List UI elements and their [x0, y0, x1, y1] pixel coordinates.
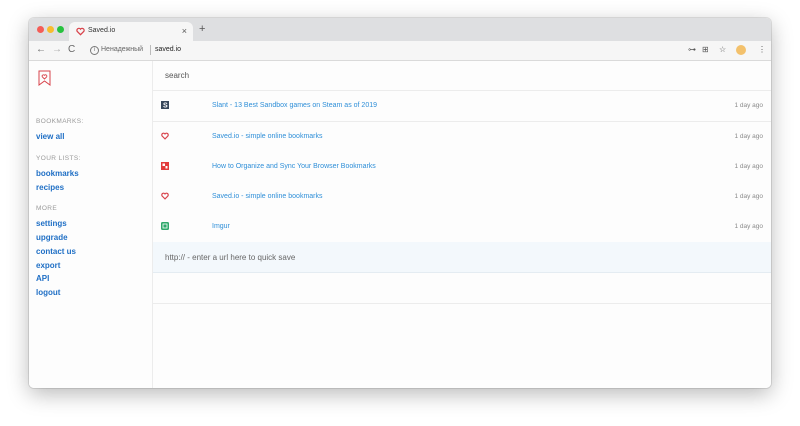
maximize-window-button[interactable]: [57, 26, 64, 33]
new-tab-button[interactable]: +: [199, 23, 205, 35]
quick-save-input[interactable]: http:// - enter a url here to quick save: [165, 253, 295, 262]
slant-favicon-icon: S: [161, 101, 169, 109]
bookmark-timestamp: 1 day ago: [734, 193, 763, 200]
sidebar-item-settings[interactable]: settings: [36, 219, 67, 228]
bookmark-link[interactable]: Saved.io - simple online bookmarks: [212, 193, 323, 200]
bookmark-timestamp: 1 day ago: [734, 223, 763, 230]
browser-tab[interactable]: Saved.io ×: [69, 22, 193, 41]
imgur-favicon-icon: [161, 222, 169, 230]
sidebar-item-view-all[interactable]: view all: [36, 132, 64, 141]
search-input[interactable]: search: [165, 71, 189, 80]
extension-icon[interactable]: [736, 45, 746, 55]
tab-close-icon[interactable]: ×: [182, 25, 187, 37]
heart-favicon-icon: [161, 192, 169, 200]
lists-section-label: YOUR LISTS:: [36, 155, 81, 162]
sidebar-item-recipes[interactable]: recipes: [36, 183, 64, 192]
address-bar[interactable]: saved.io: [155, 46, 181, 53]
url-divider: [150, 45, 151, 55]
back-arrow-icon[interactable]: ←: [36, 44, 46, 56]
browser-toolbar: ← → C i Ненадежный saved.io ⊶ ⊞ ☆ ⋮: [29, 41, 771, 61]
bookmark-timestamp: 1 day ago: [734, 163, 763, 170]
translate-icon[interactable]: ⊞: [702, 45, 709, 55]
list-item[interactable]: Saved.io - simple online bookmarks 1 day…: [153, 182, 771, 213]
page-content: BOOKMARKS: view all YOUR LISTS: bookmark…: [29, 61, 771, 388]
bookmark-link[interactable]: Saved.io - simple online bookmarks: [212, 133, 323, 140]
bookmark-link[interactable]: Imgur: [212, 223, 230, 230]
key-icon[interactable]: ⊶: [688, 45, 696, 55]
list-item[interactable]: S Slant - 13 Best Sandbox games on Steam…: [153, 91, 771, 122]
bookmark-link[interactable]: How to Organize and Sync Your Browser Bo…: [212, 163, 376, 170]
search-bar[interactable]: search: [153, 61, 771, 91]
title-bar: Saved.io × +: [29, 18, 771, 41]
forward-arrow-icon[interactable]: →: [52, 44, 62, 56]
heart-favicon-icon: [161, 132, 169, 140]
more-section-label: MORE: [36, 205, 58, 212]
close-window-button[interactable]: [37, 26, 44, 33]
list-item[interactable]: How to Organize and Sync Your Browser Bo…: [153, 152, 771, 183]
browser-window: Saved.io × + ← → C i Ненадежный saved.io…: [29, 18, 771, 388]
info-icon[interactable]: i: [90, 46, 99, 55]
tab-title: Saved.io: [88, 27, 116, 34]
svg-text:S: S: [163, 103, 168, 109]
sidebar-item-contact-us[interactable]: contact us: [36, 247, 76, 256]
menu-icon[interactable]: ⋮: [758, 45, 766, 55]
bookmark-timestamp: 1 day ago: [734, 102, 763, 109]
sidebar-item-logout[interactable]: logout: [36, 288, 60, 297]
bookmark-timestamp: 1 day ago: [734, 133, 763, 140]
sidebar-item-api[interactable]: API: [36, 274, 49, 283]
empty-row: [153, 273, 771, 304]
list-item[interactable]: Imgur 1 day ago: [153, 212, 771, 243]
sidebar-item-export[interactable]: export: [36, 261, 60, 270]
sidebar-item-upgrade[interactable]: upgrade: [36, 233, 68, 242]
minimize-window-button[interactable]: [47, 26, 54, 33]
list-item[interactable]: Saved.io - simple online bookmarks 1 day…: [153, 122, 771, 153]
article-favicon-icon: [161, 162, 169, 170]
bookmarks-section-label: BOOKMARKS:: [36, 118, 84, 125]
url-security-label[interactable]: Ненадежный: [101, 46, 143, 53]
heart-icon: [76, 27, 85, 36]
bookmark-link[interactable]: Slant - 13 Best Sandbox games on Steam a…: [212, 102, 377, 109]
sidebar-item-bookmarks[interactable]: bookmarks: [36, 169, 79, 178]
bookmark-list-area: search S Slant - 13 Best Sandbox games o…: [153, 61, 771, 388]
quick-save-bar[interactable]: http:// - enter a url here to quick save: [153, 242, 771, 273]
logo-bookmark-icon[interactable]: [38, 70, 51, 86]
sidebar: BOOKMARKS: view all YOUR LISTS: bookmark…: [29, 61, 153, 388]
bookmark-star-icon[interactable]: ☆: [719, 45, 726, 55]
reload-icon[interactable]: C: [68, 44, 75, 56]
